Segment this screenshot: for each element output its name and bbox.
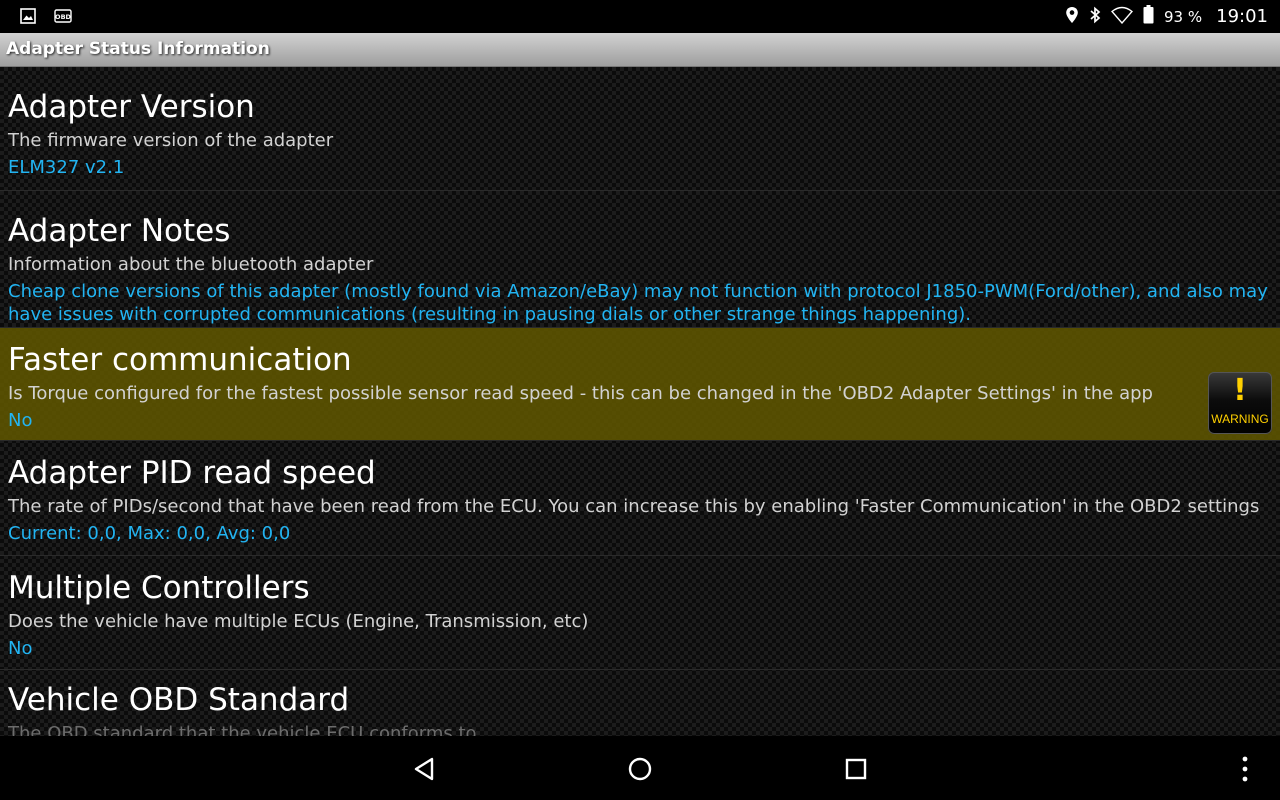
battery-percent: 93 %	[1164, 7, 1203, 26]
battery-icon	[1143, 5, 1154, 28]
warning-badge: ! WARNING	[1208, 372, 1272, 434]
warning-label: WARNING	[1211, 412, 1269, 426]
item-title: Vehicle OBD Standard	[8, 682, 350, 718]
item-value: Current: 0,0, Max: 0,0, Avg: 0,0	[8, 523, 291, 544]
item-description: Information about the bluetooth adapter	[8, 254, 374, 275]
title-bar: Adapter Status Information	[0, 33, 1280, 67]
item-description: Does the vehicle have multiple ECUs (Eng…	[8, 611, 589, 632]
obd-app-icon: OBD	[54, 8, 72, 28]
bluetooth-icon	[1089, 6, 1101, 28]
item-description: The rate of PIDs/second that have been r…	[8, 496, 1260, 517]
list-item-adapter-notes[interactable]: Adapter Notes Information about the blue…	[0, 191, 1280, 328]
list-item-pid-read-speed[interactable]: Adapter PID read speed The rate of PIDs/…	[0, 441, 1280, 556]
obd-icon-text: OBD	[55, 13, 71, 21]
item-description: The firmware version of the adapter	[8, 130, 334, 151]
warning-icon: !	[1233, 373, 1247, 408]
item-description: The OBD standard that the vehicle ECU co…	[8, 723, 477, 736]
list-item-vehicle-obd-standard[interactable]: Vehicle OBD Standard The OBD standard th…	[0, 670, 1280, 736]
page-title: Adapter Status Information	[6, 39, 270, 59]
overflow-menu-icon[interactable]	[1236, 754, 1254, 784]
status-clock: 19:01	[1216, 6, 1268, 27]
home-icon[interactable]	[625, 754, 655, 784]
item-value: Cheap clone versions of this adapter (mo…	[8, 281, 1268, 325]
list-item-multiple-controllers[interactable]: Multiple Controllers Does the vehicle ha…	[0, 556, 1280, 670]
item-value: No	[8, 410, 33, 431]
list-item-faster-communication[interactable]: Faster communication Is Torque configure…	[0, 328, 1280, 441]
item-value: ELM327 v2.1	[8, 157, 125, 178]
image-icon	[20, 8, 36, 28]
item-title: Adapter Version	[8, 89, 255, 125]
back-icon[interactable]	[410, 754, 440, 784]
status-list[interactable]: Adapter Version The firmware version of …	[0, 67, 1280, 736]
item-title: Adapter PID read speed	[8, 455, 376, 491]
notification-area: OBD	[20, 8, 72, 28]
list-item-adapter-version[interactable]: Adapter Version The firmware version of …	[0, 67, 1280, 191]
status-bar: OBD 93 % 19:01	[0, 0, 1280, 33]
item-title: Multiple Controllers	[8, 570, 310, 606]
wifi-icon	[1111, 6, 1134, 28]
system-status-area: 93 % 19:01	[1065, 0, 1268, 33]
item-value: No	[8, 638, 33, 659]
item-description: Is Torque configured for the fastest pos…	[8, 383, 1153, 404]
location-icon	[1065, 6, 1079, 28]
item-title: Adapter Notes	[8, 213, 231, 249]
navigation-bar	[0, 736, 1280, 800]
item-title: Faster communication	[8, 342, 352, 378]
recents-icon[interactable]	[841, 754, 871, 784]
